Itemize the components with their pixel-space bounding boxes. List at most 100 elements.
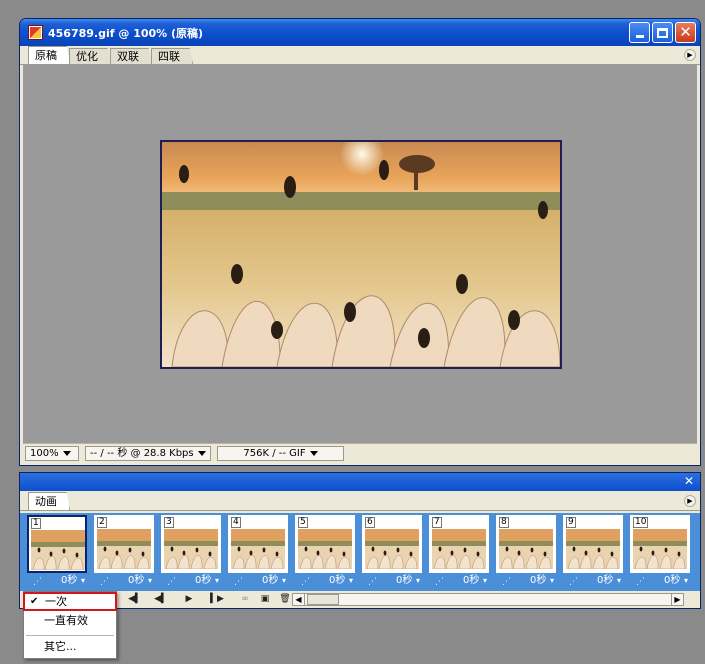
minimize-button[interactable] — [629, 22, 650, 43]
tab-4-up[interactable]: 四联 — [151, 48, 193, 64]
frame-delay[interactable]: 0秒 — [329, 575, 345, 587]
file-size-value: 756K / -- GIF — [243, 448, 306, 459]
frame-thumbnail[interactable]: 9 — [563, 515, 623, 573]
frame-footer: ⋰ 0秒 ▾ — [94, 575, 156, 587]
disposal-method-icon[interactable]: ⋰ — [569, 576, 578, 588]
chevron-down-icon[interactable]: ▾ — [550, 575, 554, 587]
chevron-down-icon[interactable]: ▾ — [416, 575, 420, 587]
frame-thumbnail[interactable]: 1 — [27, 515, 87, 573]
frame-image — [97, 529, 151, 569]
palette-tabstrip: 动画 ▶ — [20, 491, 700, 511]
frame-thumbnail[interactable]: 6 — [362, 515, 422, 573]
chevron-down-icon[interactable]: ▾ — [282, 575, 286, 587]
disposal-method-icon[interactable]: ⋰ — [301, 576, 310, 588]
disposal-method-icon[interactable]: ⋰ — [234, 576, 243, 588]
close-icon[interactable]: ✕ — [684, 474, 694, 488]
disposal-method-icon[interactable]: ⋰ — [636, 576, 645, 588]
status-bar: 100% -- / -- 秒 @ 28.8 Kbps 756K / -- GIF — [23, 443, 697, 463]
zoom-dropdown[interactable]: 100% — [25, 446, 79, 461]
animation-frame[interactable]: 4 ⋰ 0秒 ▾ — [228, 515, 288, 587]
animation-frame[interactable]: 6 ⋰ 0秒 ▾ — [362, 515, 422, 587]
frame-thumbnail[interactable]: 10 — [630, 515, 690, 573]
new-frame-icon[interactable]: ▣ — [256, 593, 274, 606]
frame-thumbnail[interactable]: 7 — [429, 515, 489, 573]
menu-item-forever[interactable]: 一直有效 — [24, 611, 116, 631]
frame-footer: ⋰ 0秒 ▾ — [362, 575, 424, 587]
disposal-method-icon[interactable]: ⋰ — [33, 576, 42, 588]
menu-item-other[interactable]: 其它... — [24, 637, 116, 657]
frame-thumbnail[interactable]: 8 — [496, 515, 556, 573]
previous-frame-button[interactable]: ◀▍ — [152, 593, 170, 606]
frame-image — [499, 529, 553, 569]
close-button[interactable]: ✕ — [675, 22, 696, 43]
tab-original[interactable]: 原稿 — [28, 46, 70, 64]
animation-frame[interactable]: 3 ⋰ 0秒 ▾ — [161, 515, 221, 587]
animation-frame[interactable]: 9 ⋰ 0秒 ▾ — [563, 515, 623, 587]
file-size-dropdown[interactable]: 756K / -- GIF — [217, 446, 344, 461]
photoshop-app-icon[interactable] — [28, 25, 43, 40]
disposal-method-icon[interactable]: ⋰ — [167, 576, 176, 588]
frame-delay[interactable]: 0秒 — [195, 575, 211, 587]
chevron-down-icon[interactable]: ▾ — [81, 575, 85, 587]
maximize-button[interactable] — [652, 22, 673, 43]
chevron-down-icon[interactable]: ▾ — [215, 575, 219, 587]
menu-item-once[interactable]: ✔ 一次 — [23, 592, 117, 611]
frame-thumbnail[interactable]: 2 — [94, 515, 154, 573]
frame-image — [231, 529, 285, 569]
canvas-area[interactable] — [23, 65, 697, 443]
frames-scrollbar[interactable]: ◀ ▶ — [292, 593, 684, 606]
tabstrip-menu-arrow-icon[interactable]: ▶ — [684, 49, 696, 61]
tab-animation[interactable]: 动画 — [28, 492, 70, 510]
scroll-left-icon[interactable]: ◀ — [293, 594, 305, 605]
chevron-down-icon[interactable]: ▾ — [617, 575, 621, 587]
frame-delay[interactable]: 0秒 — [463, 575, 479, 587]
frame-footer: ⋰ 0秒 ▾ — [563, 575, 625, 587]
frame-delay[interactable]: 0秒 — [128, 575, 144, 587]
frame-delay[interactable]: 0秒 — [664, 575, 680, 587]
scroll-right-icon[interactable]: ▶ — [671, 594, 683, 605]
chevron-down-icon[interactable]: ▾ — [349, 575, 353, 587]
animation-frame[interactable]: 1 ⋰ 0秒 ▾ — [27, 515, 87, 587]
frame-thumbnail[interactable]: 5 — [295, 515, 355, 573]
palette-title-bar[interactable]: ✕ — [20, 473, 700, 491]
frame-number: 7 — [432, 517, 442, 528]
chevron-down-icon[interactable]: ▾ — [483, 575, 487, 587]
tween-button[interactable]: ∞ — [236, 593, 254, 606]
chevron-down-icon[interactable]: ▾ — [684, 575, 688, 587]
scrollbar-thumb[interactable] — [307, 594, 339, 605]
disposal-method-icon[interactable]: ⋰ — [435, 576, 444, 588]
menu-item-label: 一直有效 — [44, 614, 88, 627]
animation-frame[interactable]: 10 ⋰ 0秒 ▾ — [630, 515, 690, 587]
chevron-down-icon[interactable]: ▾ — [148, 575, 152, 587]
next-frame-button[interactable]: ▍▶ — [208, 593, 226, 606]
download-time-value: -- / -- 秒 @ 28.8 Kbps — [90, 448, 194, 459]
disposal-method-icon[interactable]: ⋰ — [368, 576, 377, 588]
frame-delay[interactable]: 0秒 — [530, 575, 546, 587]
tab-2-up[interactable]: 双联 — [110, 48, 152, 64]
play-button[interactable]: ▶ — [180, 593, 198, 606]
frame-thumbnail[interactable]: 3 — [161, 515, 221, 573]
frame-thumbnail[interactable]: 4 — [228, 515, 288, 573]
frame-number: 10 — [633, 517, 649, 528]
frame-delay[interactable]: 0秒 — [597, 575, 613, 587]
download-time-dropdown[interactable]: -- / -- 秒 @ 28.8 Kbps — [85, 446, 211, 461]
disposal-method-icon[interactable]: ⋰ — [100, 576, 109, 588]
rewind-button[interactable]: ◀▍ — [126, 593, 144, 606]
animation-frame[interactable]: 2 ⋰ 0秒 ▾ — [94, 515, 154, 587]
title-bar[interactable]: 456789.gif @ 100% (原稿) ✕ — [20, 19, 700, 46]
frame-number: 9 — [566, 517, 576, 528]
palette-menu-arrow-icon[interactable]: ▶ — [684, 495, 696, 507]
loop-options-menu: ✔ 一次 一直有效 其它... — [23, 591, 117, 659]
frame-delay[interactable]: 0秒 — [61, 575, 77, 587]
tab-optimized[interactable]: 优化 — [69, 48, 111, 64]
frame-footer: ⋰ 0秒 ▾ — [429, 575, 491, 587]
frame-footer: ⋰ 0秒 ▾ — [161, 575, 223, 587]
disposal-method-icon[interactable]: ⋰ — [502, 576, 511, 588]
frame-delay[interactable]: 0秒 — [262, 575, 278, 587]
animation-frame[interactable]: 7 ⋰ 0秒 ▾ — [429, 515, 489, 587]
frame-delay[interactable]: 0秒 — [396, 575, 412, 587]
frame-number: 3 — [164, 517, 174, 528]
animation-frame[interactable]: 5 ⋰ 0秒 ▾ — [295, 515, 355, 587]
animation-frame[interactable]: 8 ⋰ 0秒 ▾ — [496, 515, 556, 587]
image-preview — [162, 142, 560, 367]
